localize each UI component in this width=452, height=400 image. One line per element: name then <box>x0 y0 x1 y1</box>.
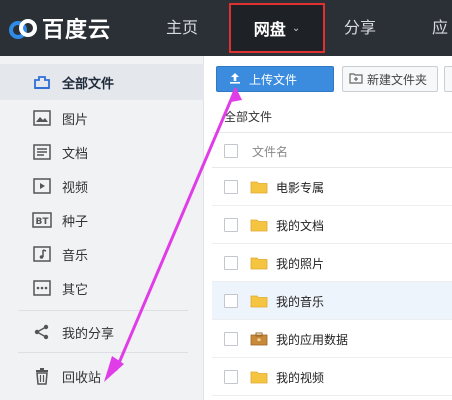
music-icon <box>32 244 52 264</box>
row-checkbox[interactable] <box>224 256 238 270</box>
sidebar-item-recycle-bin[interactable]: 回收站 <box>0 358 204 394</box>
file-row[interactable]: 电影专属 <box>212 168 452 206</box>
document-icon <box>32 142 52 162</box>
folder-icon <box>250 217 268 236</box>
trash-icon <box>32 366 52 386</box>
file-row[interactable]: 我的音乐 <box>212 282 452 320</box>
app-folder-icon <box>250 331 268 350</box>
other-icon <box>32 278 52 298</box>
new-folder-button[interactable]: 新建文件夹 <box>342 66 438 92</box>
file-row[interactable]: 我的视频 <box>212 358 452 396</box>
file-name[interactable]: 我的文档 <box>276 217 324 234</box>
cloud-logo-icon <box>9 19 37 39</box>
sidebar-item-label: 回收站 <box>62 370 102 386</box>
sidebar-item-music[interactable]: 音乐 <box>0 236 204 272</box>
row-checkbox[interactable] <box>224 218 238 232</box>
row-checkbox[interactable] <box>224 294 238 308</box>
svg-text:BT: BT <box>36 217 50 227</box>
more-toolbar-button[interactable] <box>444 66 452 92</box>
row-checkbox[interactable] <box>224 180 238 194</box>
new-folder-label: 新建文件夹 <box>367 72 428 87</box>
folder-icon <box>250 293 268 312</box>
sidebar-item-label: 我的分享 <box>62 326 115 342</box>
sidebar-item-other[interactable]: 其它 <box>0 270 204 306</box>
file-name[interactable]: 我的视频 <box>276 369 324 386</box>
image-icon <box>32 108 52 128</box>
file-row[interactable]: 我的照片 <box>212 244 452 282</box>
sidebar-item-label: 其它 <box>62 282 89 298</box>
file-toolbar: 上传文件 新建文件夹 <box>204 56 452 98</box>
brand-name: 百度云 <box>42 18 112 43</box>
folder-icon <box>250 179 268 198</box>
sidebar-item-label: 图片 <box>62 112 89 128</box>
sidebar-divider <box>18 352 188 353</box>
top-nav-bar: 百度云 主页 网盘 ⌄ 分享 应 <box>0 0 452 56</box>
upload-label: 上传文件 <box>249 72 298 87</box>
all-files-icon <box>32 72 52 92</box>
sidebar-item-all-files[interactable]: 全部文件 <box>0 64 204 100</box>
bt-icon: BT <box>32 210 52 230</box>
file-row[interactable]: 我的应用数据 <box>212 320 452 358</box>
file-row[interactable]: 我的文档 <box>212 206 452 244</box>
file-list-header: 文件名 <box>212 132 452 168</box>
sidebar-item-label: 音乐 <box>62 248 89 264</box>
baidu-cloud-logo[interactable]: 百度云 <box>8 12 111 44</box>
sidebar-item-videos[interactable]: 视频 <box>0 168 204 204</box>
upload-icon <box>229 72 241 87</box>
sidebar-item-my-shares[interactable]: 我的分享 <box>0 314 204 350</box>
nav-home[interactable]: 主页 <box>166 0 198 56</box>
file-name[interactable]: 电影专属 <box>276 179 324 196</box>
sidebar-item-images[interactable]: 图片 <box>0 100 204 136</box>
nav-apps[interactable]: 应 <box>432 0 448 56</box>
sidebar-item-torrents[interactable]: BT 种子 <box>0 202 204 238</box>
select-all-checkbox[interactable] <box>224 144 238 158</box>
nav-netdisk-label: 网盘 <box>253 20 286 39</box>
sidebar-divider <box>18 310 188 311</box>
folder-icon <box>250 369 268 388</box>
sidebar-item-docs[interactable]: 文档 <box>0 134 204 170</box>
sidebar-item-label: 种子 <box>62 214 89 230</box>
sidebar-item-label: 文档 <box>62 146 89 162</box>
column-filename[interactable]: 文件名 <box>252 143 288 160</box>
file-name[interactable]: 我的音乐 <box>276 293 324 310</box>
folder-icon <box>250 255 268 274</box>
upload-button[interactable]: 上传文件 <box>216 66 334 92</box>
chevron-down-icon: ⌄ <box>291 22 301 34</box>
nav-netdisk[interactable]: 网盘 ⌄ <box>229 3 325 53</box>
row-checkbox[interactable] <box>224 332 238 346</box>
file-name[interactable]: 我的照片 <box>276 255 324 272</box>
video-icon <box>32 176 52 196</box>
sidebar-item-label: 全部文件 <box>62 76 115 92</box>
share-icon <box>32 322 52 342</box>
new-folder-icon <box>349 72 363 87</box>
nav-share[interactable]: 分享 <box>344 0 376 56</box>
sidebar-item-label: 视频 <box>62 180 89 196</box>
row-checkbox[interactable] <box>224 370 238 384</box>
breadcrumb[interactable]: 全部文件 <box>224 108 272 125</box>
file-name[interactable]: 我的应用数据 <box>276 331 348 348</box>
